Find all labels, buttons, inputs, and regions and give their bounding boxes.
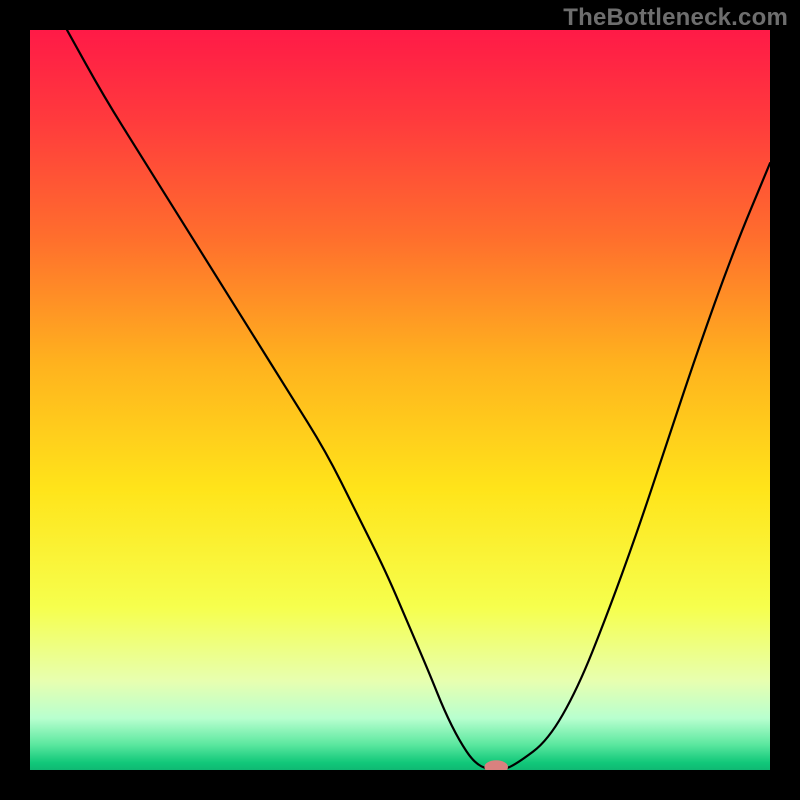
curve-layer: [30, 30, 770, 770]
watermark-text: TheBottleneck.com: [563, 4, 788, 32]
chart-frame: TheBottleneck.com: [0, 0, 800, 800]
optimal-marker: [484, 760, 508, 770]
plot-area: [30, 30, 770, 770]
bottleneck-curve: [67, 30, 770, 770]
